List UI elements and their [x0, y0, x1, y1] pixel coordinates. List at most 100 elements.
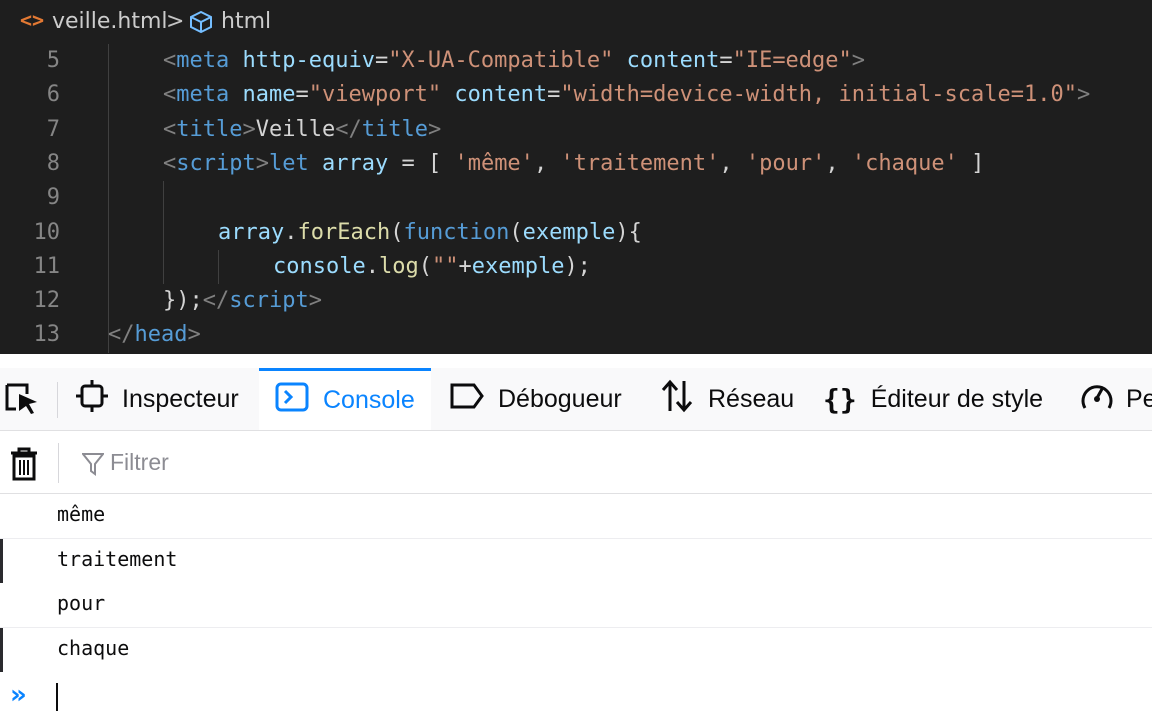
code-token: ); [564, 253, 591, 279]
console-message: pour [0, 583, 1152, 628]
code-token: meta [176, 82, 230, 108]
line-number: 8 [46, 150, 60, 176]
code-token: array [218, 219, 285, 245]
code-line[interactable]: 9 [0, 181, 1152, 215]
code-token: ] [957, 150, 985, 176]
code-token: + [458, 253, 472, 279]
code-text: <meta http-equiv="X-UA-Compatible" conte… [163, 44, 865, 78]
code-text: <script>let array = [ 'même', 'traitemen… [163, 147, 984, 181]
devtools-toolbar: Inspecteur Console Débogueur Réseau {} É… [0, 368, 1152, 431]
tab-label: Inspecteur [122, 384, 239, 413]
code-token: title [176, 116, 243, 142]
console-message-text: même [57, 502, 106, 526]
code-token: > [242, 116, 256, 142]
tab-inspecteur[interactable]: Inspecteur [76, 368, 239, 430]
breadcrumb-file[interactable]: veille.html [52, 9, 168, 34]
code-token: forEach [297, 219, 391, 245]
line-number: 13 [33, 322, 61, 348]
code-line[interactable]: 6 <meta name="viewport" content="width=de… [0, 78, 1152, 112]
performance-icon [1080, 380, 1114, 419]
code-token: content [454, 82, 548, 108]
code-token: = [295, 82, 309, 108]
code-token: script [176, 150, 256, 176]
code-token: "" [431, 253, 459, 279]
trash-icon[interactable] [10, 447, 38, 486]
message-marker [0, 539, 3, 583]
filter-separator [58, 443, 59, 483]
prompt-chevron-icon: » [10, 680, 27, 710]
code-line[interactable]: 7 <title>Veille</title> [0, 113, 1152, 147]
console-filter-bar [0, 431, 1152, 494]
tab-console[interactable]: Console [259, 368, 431, 430]
console-input[interactable]: » [0, 672, 1152, 718]
breadcrumb: <> veille.html > html [0, 0, 1152, 46]
tab-label: Débogueur [498, 384, 622, 413]
code-token: ){ [615, 219, 642, 245]
code-token: , [533, 150, 561, 176]
code-token: 'même' [454, 150, 534, 176]
console-message-text: pour [57, 591, 106, 615]
toolbar-separator [57, 382, 58, 418]
code-token: title [361, 116, 428, 142]
code-token: < [163, 48, 177, 73]
code-text: });</script> [163, 284, 322, 318]
code-token: head [134, 322, 188, 348]
code-line[interactable]: 8 <script>let array = [ 'même', 'traiteme… [0, 147, 1152, 181]
code-token: "IE=edge" [732, 48, 852, 73]
code-token: > [427, 116, 442, 142]
tab-performance[interactable]: Pe [1080, 368, 1152, 430]
console-message: chaque [0, 628, 1152, 673]
code-token: = [547, 82, 561, 108]
inspector-icon [76, 379, 108, 419]
tab-reseau[interactable]: Réseau [660, 368, 794, 430]
code-token: , [719, 150, 746, 176]
code-token: 'pour' [745, 150, 826, 176]
tab-debogueur[interactable]: Débogueur [450, 368, 622, 430]
code-token: ( [390, 219, 404, 245]
code-token: content [626, 48, 720, 73]
console-message-text: traitement [57, 547, 178, 571]
console-message-text: chaque [57, 636, 130, 660]
code-token: . [284, 219, 298, 245]
code-token: ( [418, 253, 432, 279]
code-token: script [229, 288, 309, 314]
code-text: </head> [108, 318, 201, 352]
code-token: ( [509, 219, 523, 245]
code-token: > [308, 288, 322, 314]
code-token: 'chaque' [851, 150, 958, 176]
filter-input[interactable] [110, 445, 710, 479]
tab-editeur-de-style[interactable]: {} Éditeur de style [823, 368, 1043, 430]
line-number: 10 [33, 219, 61, 245]
console-message: traitement [0, 539, 1152, 584]
code-line[interactable]: 13 </head> [0, 318, 1152, 352]
code-line[interactable]: 5 <meta http-equiv="X-UA-Compatible" cont… [0, 44, 1152, 78]
style-editor-icon: {} [823, 382, 857, 416]
code-token: log [378, 253, 419, 279]
element-picker-icon[interactable] [4, 382, 42, 421]
code-token: exemple [471, 253, 565, 279]
console-icon [275, 382, 309, 419]
code-token: > [851, 48, 866, 73]
code-token: < [163, 82, 177, 108]
code-token: . [365, 253, 379, 279]
code-token: </ [202, 288, 230, 314]
code-line[interactable]: 10 array.forEach(function(exemple){ [0, 216, 1152, 250]
code-text: <meta name="viewport" content="width=dev… [163, 78, 1090, 112]
code-editor[interactable]: <> veille.html > html 5 <meta http-equiv=… [0, 0, 1152, 354]
code-line[interactable]: 12});</script> [0, 284, 1152, 318]
devtools-panel: Inspecteur Console Débogueur Réseau {} É… [0, 354, 1152, 718]
code-token: http-equiv [242, 48, 375, 73]
code-line[interactable]: 11 console.log(""+exemple); [0, 250, 1152, 284]
breadcrumb-symbol[interactable]: html [221, 9, 271, 34]
code-token: < [163, 150, 177, 176]
line-number: 9 [46, 185, 60, 211]
code-token: console [273, 253, 366, 279]
tab-label: Réseau [708, 384, 795, 413]
code-token: let [268, 150, 309, 176]
tab-label: Pe [1126, 384, 1152, 413]
code-token: "viewport" [308, 82, 442, 108]
